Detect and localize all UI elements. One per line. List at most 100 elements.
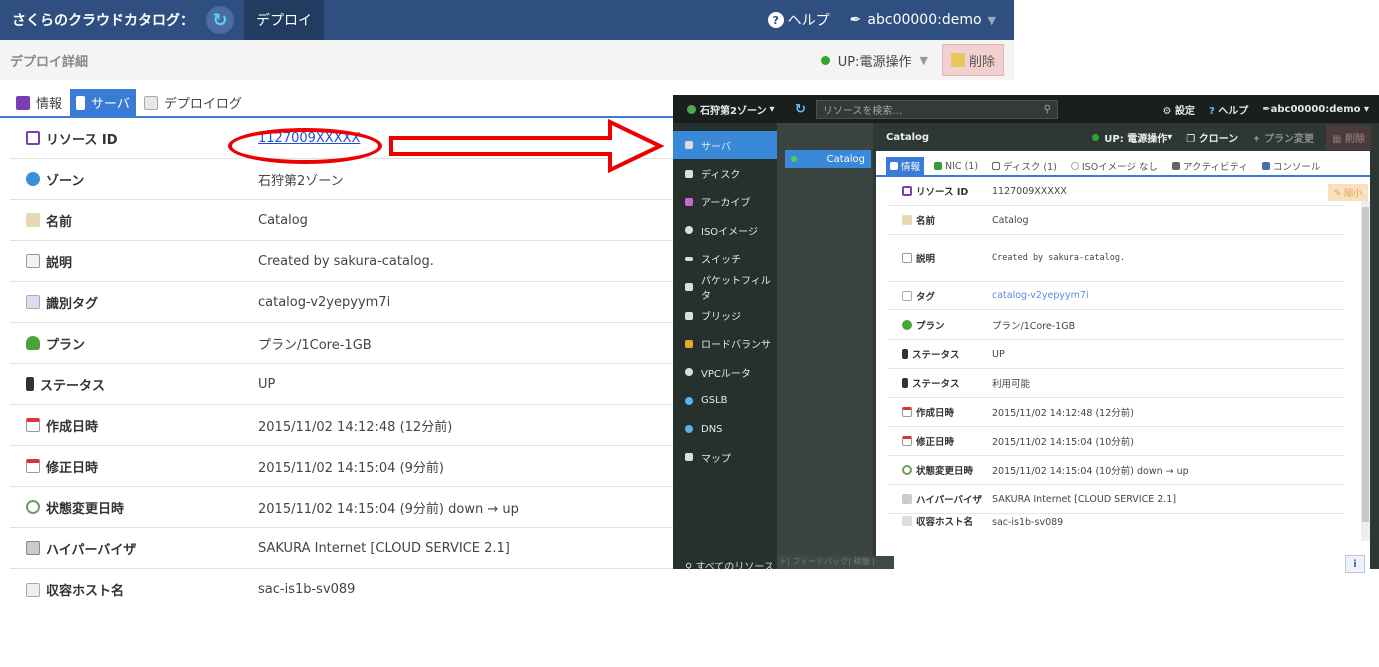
row-key: リソース ID bbox=[916, 187, 969, 198]
disc-icon bbox=[1070, 162, 1079, 170]
row-key: 説明 bbox=[46, 255, 73, 271]
sidebar-item-gslb[interactable]: GSLB bbox=[673, 387, 777, 415]
search-placeholder: リソースを検索... bbox=[822, 105, 902, 117]
row-value: UP bbox=[992, 348, 1005, 360]
gslb-icon bbox=[685, 396, 693, 405]
help-link[interactable]: ? ヘルプ bbox=[767, 10, 830, 30]
clock-icon bbox=[26, 500, 40, 514]
host-icon bbox=[902, 516, 912, 526]
nav-deploy-tab[interactable]: デプロイ bbox=[244, 0, 324, 40]
tab-info[interactable]: 情報 bbox=[886, 157, 925, 175]
user-menu[interactable]: ✒ abc00000:demo ▼ bbox=[850, 12, 996, 28]
tab-deploy-log-label: デプロイログ bbox=[163, 97, 242, 112]
tab-console[interactable]: コンソール bbox=[1258, 157, 1325, 175]
archive-icon bbox=[685, 197, 693, 206]
collapse-button[interactable]: ✎ 縮小 bbox=[1327, 184, 1368, 201]
highlight-ellipse bbox=[228, 128, 382, 164]
tab-activity[interactable]: アクティビティ bbox=[1168, 157, 1252, 175]
row-value: 1127009XXXXX bbox=[992, 185, 1067, 197]
delete-button[interactable]: ▦ 削除 bbox=[1326, 124, 1371, 150]
info-icon: i bbox=[1353, 558, 1357, 570]
page-title: デプロイ詳細 bbox=[10, 54, 89, 70]
chevron-down-icon: ▾ bbox=[1363, 103, 1369, 115]
help-link[interactable]: ? ヘルプ bbox=[1209, 102, 1248, 117]
sidebar-item-disk[interactable]: ディスク bbox=[673, 159, 777, 187]
sidebar-item-packet-filter[interactable]: パケットフィルタ bbox=[673, 273, 777, 302]
sidebar-label: マップ bbox=[701, 453, 731, 465]
power-menu[interactable]: UP: 電源操作 ▾ bbox=[1092, 130, 1172, 145]
power-menu[interactable]: UP:電源操作 ▼ bbox=[820, 51, 928, 70]
map-icon bbox=[685, 453, 693, 462]
tree-icon bbox=[26, 336, 40, 350]
tab-nic[interactable]: NIC (1) bbox=[930, 157, 982, 175]
all-resources-link[interactable]: ⚲ すべてのリソース bbox=[685, 558, 774, 573]
sidebar-label: サーバ bbox=[701, 141, 731, 153]
status-dot-icon bbox=[820, 55, 830, 65]
tab-iso[interactable]: ISOイメージ なし bbox=[1067, 157, 1162, 175]
collapse-label: 縮小 bbox=[1343, 189, 1362, 199]
row-key: プラン bbox=[916, 320, 945, 332]
plan-change-button[interactable]: ✦ プラン変更 bbox=[1252, 130, 1314, 145]
calendar-edit-icon bbox=[26, 459, 40, 473]
row-key: 修正日時 bbox=[46, 460, 99, 476]
info-icon bbox=[890, 162, 898, 170]
refresh-icon[interactable]: ↻ bbox=[795, 102, 806, 117]
tag-link[interactable]: catalog-v2yepyym7i bbox=[992, 290, 1089, 301]
clock-icon bbox=[902, 465, 912, 475]
tab-deploy-log[interactable]: デプロイログ bbox=[138, 89, 248, 116]
sidebar-label: DNS bbox=[701, 423, 723, 435]
sidebar-item-map[interactable]: マップ bbox=[673, 443, 777, 471]
plan-change-label: プラン変更 bbox=[1264, 133, 1315, 145]
row-value: sac-is1b-sv089 bbox=[258, 582, 356, 597]
row-key: 説明 bbox=[916, 254, 936, 265]
sidebar-item-switch[interactable]: スイッチ bbox=[673, 245, 777, 273]
sidebar-label: アーカイブ bbox=[701, 198, 751, 210]
search-input[interactable]: リソースを検索... ⚲ bbox=[815, 99, 1058, 119]
list-item[interactable]: Catalog bbox=[785, 150, 871, 168]
resource-id-icon bbox=[26, 131, 40, 145]
user-menu[interactable]: ✒abc00000:demo ▾ bbox=[1262, 104, 1369, 115]
balance-icon bbox=[685, 339, 693, 348]
scrollbar-thumb[interactable] bbox=[1362, 207, 1369, 522]
row-key: タグ bbox=[916, 291, 936, 303]
table-row: 説明 Created by sakura-catalog. bbox=[888, 235, 1344, 282]
help-icon: ? bbox=[767, 12, 784, 28]
tab-disk[interactable]: ディスク (1) bbox=[988, 157, 1061, 175]
refresh-icon[interactable]: ↻ bbox=[206, 6, 234, 34]
disc-icon bbox=[685, 226, 693, 235]
console-icon bbox=[1261, 162, 1270, 170]
settings-link[interactable]: ⚙ 設定 bbox=[1162, 102, 1194, 117]
top-bar: さくらのクラウドカタログ： ↻ デプロイ ? ヘルプ ✒ abc00000:demo… bbox=[0, 0, 1014, 40]
zone-selector[interactable]: 石狩第2ゾーン ▾ bbox=[673, 102, 795, 117]
app-title: さくらのクラウドカタログ： bbox=[12, 13, 194, 29]
sidebar-item-dns[interactable]: DNS bbox=[673, 415, 777, 443]
row-value: UP bbox=[258, 376, 276, 392]
sidebar-item-bridge[interactable]: ブリッジ bbox=[673, 301, 777, 329]
sidebar-item-load-balancer[interactable]: ロードバランサ bbox=[673, 330, 777, 358]
row-key: 状態変更日時 bbox=[916, 466, 974, 477]
filter-icon bbox=[685, 283, 693, 292]
row-value: プラン/1Core-1GB bbox=[992, 320, 1076, 332]
document-icon bbox=[902, 253, 912, 263]
row-value: 2015/11/02 14:12:48 (12分前) bbox=[992, 408, 1134, 419]
row-key: 作成日時 bbox=[916, 408, 955, 419]
row-key: ステータス bbox=[40, 378, 106, 394]
trash-icon bbox=[950, 53, 965, 67]
row-value: Created by sakura-catalog. bbox=[992, 253, 1126, 263]
tab-info[interactable]: 情報 bbox=[10, 89, 68, 116]
disk-icon bbox=[992, 162, 1001, 170]
gear-icon: ⚙ bbox=[1162, 105, 1172, 117]
info-button[interactable]: i bbox=[1345, 555, 1365, 573]
tab-server[interactable]: サーバ bbox=[70, 89, 136, 116]
scrollbar[interactable] bbox=[1361, 201, 1370, 541]
sidebar-item-vpc-router[interactable]: VPCルータ bbox=[673, 358, 777, 386]
delete-button[interactable]: 削除 bbox=[941, 44, 1004, 76]
footer-links[interactable]: ト| フィードバック| 稼働 | bbox=[777, 556, 894, 569]
clone-button[interactable]: ❐ クローン bbox=[1186, 130, 1238, 145]
row-key: 名前 bbox=[916, 216, 936, 227]
sidebar-item-archive[interactable]: アーカイブ bbox=[673, 188, 777, 216]
help-label: ヘルプ bbox=[1218, 105, 1249, 117]
sidebar-item-server[interactable]: サーバ bbox=[673, 131, 777, 160]
sidebar-item-iso[interactable]: ISOイメージ bbox=[673, 216, 777, 244]
hypervisor-icon bbox=[26, 541, 40, 555]
